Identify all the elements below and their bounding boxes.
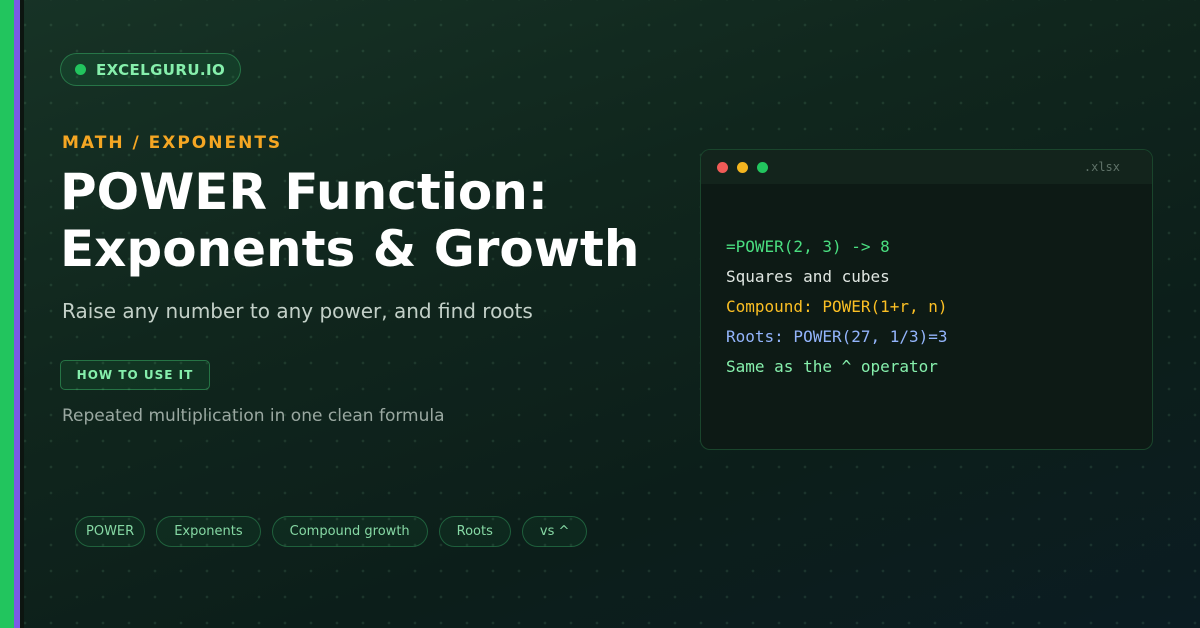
code-line-roots: Roots: POWER(27, 1/3)=3 bbox=[726, 327, 948, 346]
code-line-formula: =POWER(2, 3) -> 8 bbox=[726, 237, 890, 256]
tag-compound-growth[interactable]: Compound growth bbox=[271, 516, 428, 547]
accent-stripe-green bbox=[0, 0, 14, 628]
tag-vs-caret[interactable]: vs ^ bbox=[521, 516, 588, 547]
close-dot-icon bbox=[717, 161, 728, 173]
page-title-line-1: POWER Function: bbox=[60, 163, 548, 221]
file-extension-label: .xlsx bbox=[1083, 160, 1120, 174]
page-title-line-2: Exponents & Growth bbox=[60, 220, 640, 278]
brand-badge[interactable]: EXCELGURU.IO bbox=[60, 53, 242, 86]
category-eyebrow: MATH / EXPONENTS bbox=[62, 133, 283, 153]
tag-roots[interactable]: Roots bbox=[438, 516, 511, 547]
code-window: .xlsx =POWER(2, 3) -> 8 Squares and cube… bbox=[700, 149, 1153, 450]
code-lines: =POWER(2, 3) -> 8 Squares and cubes Comp… bbox=[726, 232, 948, 382]
minimize-dot-icon bbox=[737, 161, 748, 173]
code-line-squares: Squares and cubes bbox=[726, 267, 890, 286]
page-subtitle: Raise any number to any power, and find … bbox=[62, 299, 533, 323]
page-title: POWER Function: Exponents & Growth bbox=[60, 164, 639, 278]
code-line-operator: Same as the ^ operator bbox=[726, 357, 938, 376]
tag-list: POWER Exponents Compound growth Roots vs… bbox=[75, 516, 588, 547]
description-text: Repeated multiplication in one clean for… bbox=[62, 406, 445, 426]
accent-stripe-divider bbox=[20, 0, 24, 628]
how-to-use-button[interactable]: HOW TO USE IT bbox=[60, 360, 210, 390]
maximize-dot-icon bbox=[757, 161, 768, 173]
brand-label: EXCELGURU.IO bbox=[96, 60, 226, 79]
code-window-titlebar: .xlsx bbox=[701, 150, 1152, 184]
status-dot-icon bbox=[75, 64, 86, 75]
tag-exponents[interactable]: Exponents bbox=[156, 516, 261, 547]
code-line-compound: Compound: POWER(1+r, n) bbox=[726, 297, 948, 316]
tag-power[interactable]: POWER bbox=[75, 516, 146, 547]
